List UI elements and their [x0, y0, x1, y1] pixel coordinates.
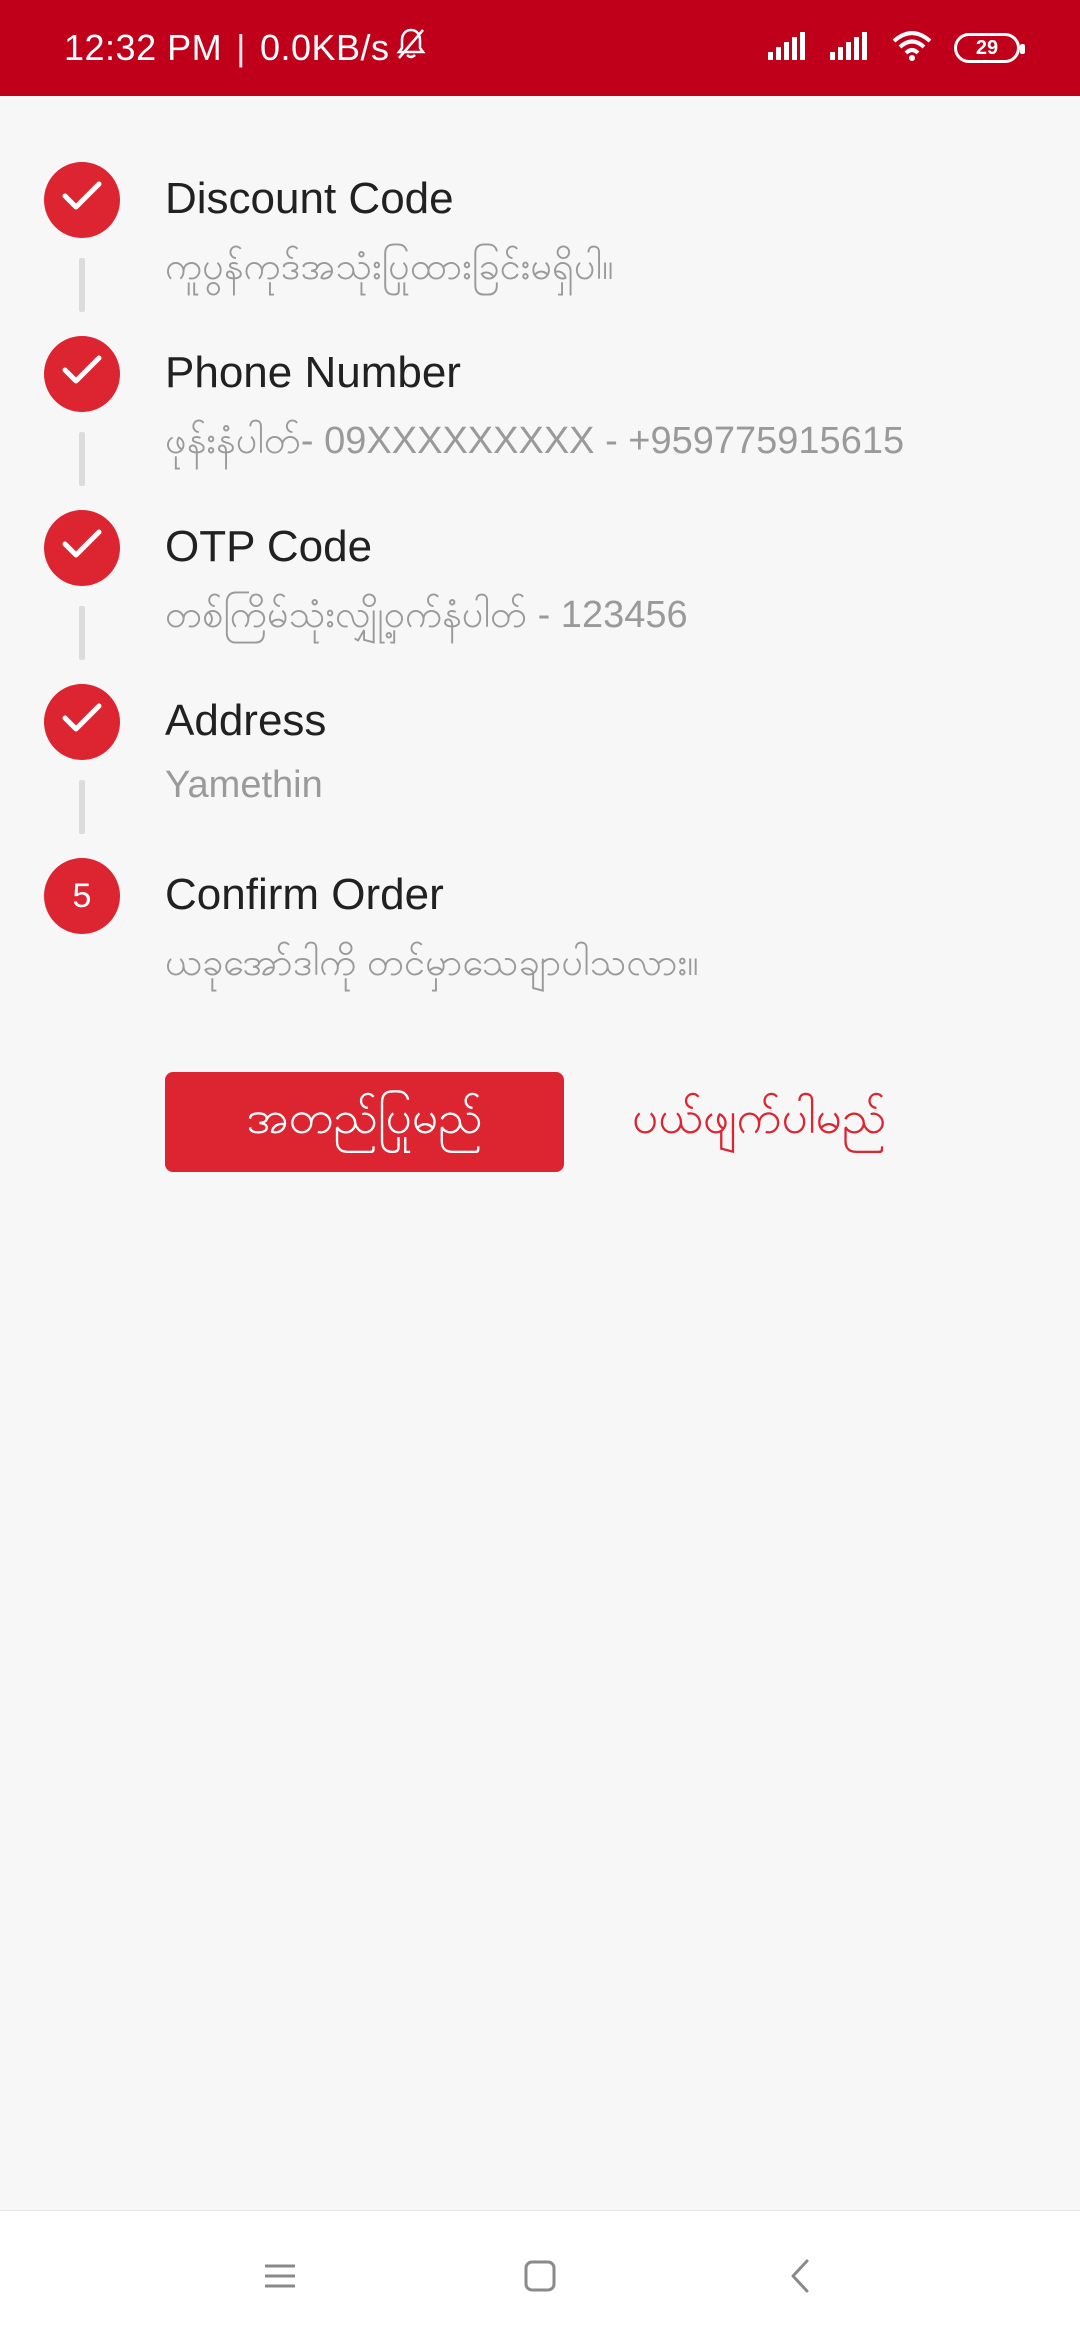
status-left: 12:32 PM | 0.0KB/s: [64, 27, 426, 70]
step-title: OTP Code: [165, 522, 373, 571]
wifi-icon: [892, 30, 932, 66]
confirm-button[interactable]: အတည်ပြုမည်: [165, 1072, 564, 1172]
step-complete-indicator: [44, 684, 120, 760]
back-chevron-icon[interactable]: [770, 2246, 830, 2306]
step-phone-number: Phone Number ဖုန်းနံပါတ်- 09XXXXXXXXX - …: [0, 270, 1080, 486]
battery-icon: 29: [954, 33, 1025, 63]
menu-icon[interactable]: [250, 2246, 310, 2306]
step-title: Address: [165, 696, 327, 745]
check-icon: [61, 702, 103, 743]
battery-nub: [1020, 44, 1025, 54]
status-separator: |: [236, 27, 246, 68]
step-actions: အတည်ပြုမည် ပယ်ဖျက်ပါမည်: [165, 1072, 886, 1172]
check-icon: [61, 180, 103, 221]
step-confirm-order: 5 Confirm Order ယခုအော်ဒါကို တင်မှာသေချာ…: [0, 792, 1080, 984]
step-title: Discount Code: [165, 174, 454, 223]
step-otp-code: OTP Code တစ်ကြိမ်သုံးလျှို့ဝှက်နံပါတ် - …: [0, 444, 1080, 660]
status-bar: 12:32 PM | 0.0KB/s 29: [0, 0, 1080, 96]
step-address: Address Yamethin: [0, 618, 1080, 834]
mute-bell-icon: [396, 27, 426, 70]
step-subtitle: ယခုအော်ဒါကို တင်မှာသေချာပါသလား။: [165, 942, 699, 984]
step-title: Confirm Order: [165, 870, 444, 919]
system-nav-bar: [0, 2210, 1080, 2340]
battery-level: 29: [975, 36, 999, 59]
signal-icon: [830, 31, 870, 65]
step-number: 5: [72, 876, 92, 915]
status-time: 12:32 PM: [64, 27, 223, 68]
step-title: Phone Number: [165, 348, 461, 397]
cancel-button[interactable]: ပယ်ဖျက်ပါမည်: [632, 1089, 886, 1156]
step-complete-indicator: [44, 336, 120, 412]
check-icon: [61, 528, 103, 569]
signal-icon: [768, 31, 808, 65]
step-complete-indicator: [44, 510, 120, 586]
step-complete-indicator: [44, 162, 120, 238]
step-number-indicator: 5: [44, 858, 120, 934]
check-icon: [61, 354, 103, 395]
status-speed: 0.0KB/s: [259, 27, 390, 68]
home-square-icon[interactable]: [510, 2246, 570, 2306]
status-right: 29: [768, 30, 1025, 66]
step-discount-code: Discount Code ကူပွန်ကုဒ်အသုံးပြုထားခြင်း…: [0, 96, 1080, 312]
